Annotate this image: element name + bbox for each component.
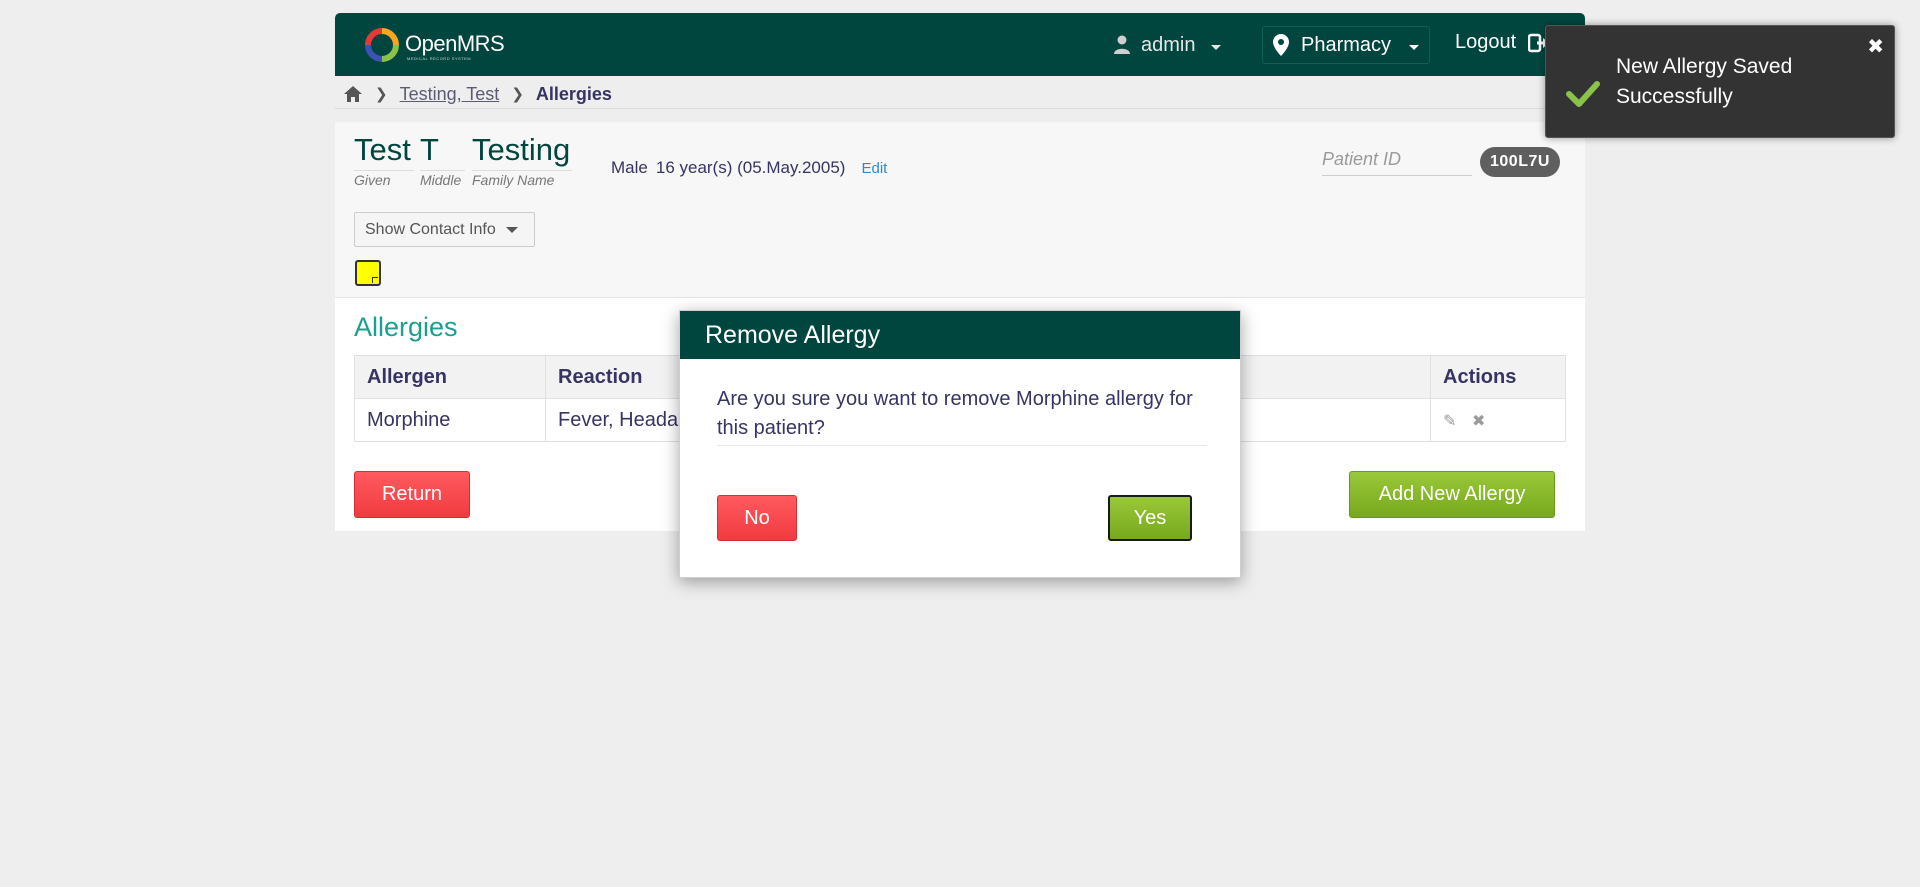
name-underline [420,170,465,171]
pencil-icon[interactable]: ✎ [1443,411,1456,431]
yes-button[interactable]: Yes [1108,495,1192,541]
patient-family-name: Testing [472,132,571,167]
chevron-right-icon: ❯ [375,86,388,103]
actions-cell: ✎ ✖ [1430,398,1566,442]
user-icon [1114,35,1130,54]
return-button[interactable]: Return [354,471,470,518]
breadcrumb-current: Allergies [535,83,612,104]
remove-icon[interactable]: ✖ [1472,411,1485,431]
home-icon[interactable] [343,85,363,103]
patient-gender: Male [611,158,648,177]
breadcrumb: ❯ Testing, Test ❯ Allergies [343,82,612,106]
column-header-allergen: Allergen [354,355,546,399]
map-marker-icon [1273,34,1289,56]
close-icon[interactable]: ✖ [1867,34,1884,59]
name-underline [354,170,414,171]
show-contact-info-button[interactable]: Show Contact Info [354,212,535,247]
chevron-right-icon: ❯ [511,86,524,103]
patient-age: 16 year(s) (05.May.2005) [655,158,846,177]
allergen-cell: Morphine [354,398,546,442]
name-underline [472,170,572,171]
family-label: Family Name [472,172,555,188]
logo-tagline: MEDICAL RECORD SYSTEM [407,56,472,61]
sticky-note-icon[interactable] [355,260,381,286]
patient-id-badge: 100L7U [1480,147,1560,177]
column-header-actions: Actions [1430,355,1566,399]
remove-allergy-dialog: Remove Allergy Are you sure you want to … [679,310,1241,578]
given-label: Given [354,172,391,188]
dialog-message: Are you sure you want to remove Morphine… [717,385,1207,446]
check-icon [1566,81,1600,107]
user-name: admin [1141,33,1196,56]
section-title: Allergies [354,312,458,342]
add-new-allergy-button[interactable]: Add New Allergy [1349,471,1555,518]
openmrs-logo-icon [365,28,399,62]
location-menu[interactable]: Pharmacy [1262,26,1430,64]
no-button[interactable]: No [717,495,797,541]
logout-label: Logout [1455,31,1517,53]
middle-label: Middle [420,172,462,188]
dialog-title: Remove Allergy [680,311,1240,359]
patient-middle-name: T [420,132,439,167]
edit-patient-link[interactable]: Edit [861,160,887,177]
success-toast: New Allergy Saved Successfully ✖ [1545,25,1895,138]
chevron-down-icon [1409,44,1420,50]
breadcrumb-divider [335,108,1585,109]
openmrs-logo[interactable]: OpenMRS MEDICAL RECORD SYSTEM [365,26,515,64]
toast-message: New Allergy Saved Successfully [1616,55,1793,108]
caret-down-icon [505,226,518,233]
patient-given-name: Test [354,132,411,167]
patient-header: Test T Testing Given Middle Family Name … [335,122,1585,298]
patient-id-label: Patient ID [1322,149,1472,176]
user-menu[interactable]: admin [1113,31,1222,59]
contact-button-label: Show Contact Info [365,220,496,238]
logout-link[interactable]: Logout [1455,31,1550,54]
chevron-down-icon [1211,44,1222,50]
logo-text: OpenMRS [405,31,505,56]
breadcrumb-patient-link[interactable]: Testing, Test [400,84,500,105]
location-name: Pharmacy [1301,33,1392,56]
top-header: OpenMRS MEDICAL RECORD SYSTEM admin Phar… [335,13,1585,76]
patient-demographics: Male 16 year(s) (05.May.2005) Edit [611,158,887,178]
